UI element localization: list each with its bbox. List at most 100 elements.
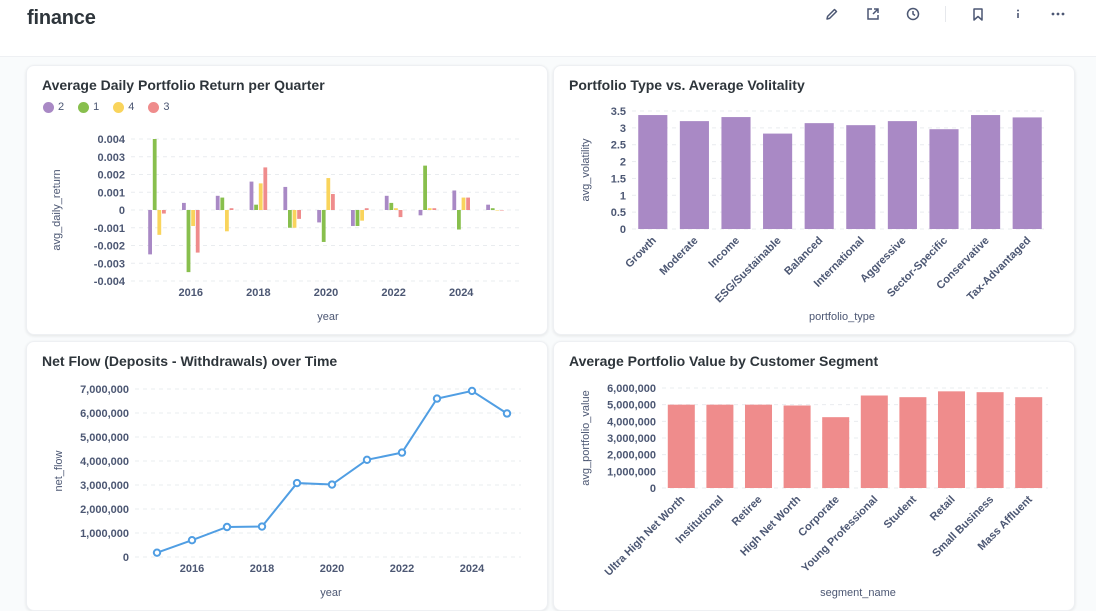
bar [317,210,321,223]
toolbar-divider [945,6,946,22]
bar [249,181,254,210]
x-axis-label: segment_name [820,587,896,599]
bar [486,204,490,210]
bar [452,190,457,210]
bar [148,210,152,255]
bar [162,210,166,214]
bar [846,125,876,229]
bar [355,210,360,226]
x-tick-label: Income [706,235,742,271]
bar [229,208,234,210]
bar [351,210,355,226]
bar [220,197,225,210]
bar [423,165,427,210]
netflow-card[interactable]: Net Flow (Deposits - Withdrawals) over T… [26,341,548,611]
y-tick-label: 1 [620,190,626,202]
y-tick-label: 3,000,000 [607,433,656,445]
bar [384,195,389,210]
bar [331,194,335,210]
bar [394,208,398,210]
y-tick-label: -0.001 [94,223,125,235]
segment-card[interactable]: Average Portfolio Value by Customer Segm… [553,341,1075,611]
bar [263,167,268,210]
y-tick-label: -0.002 [94,241,125,253]
data-point [292,478,302,488]
y-tick-label: 0.002 [97,170,125,182]
bar [152,139,157,210]
y-tick-label: 0 [650,483,656,495]
y-tick-label: 4,000,000 [80,456,129,468]
x-tick-label: 2024 [449,287,474,299]
bar [186,210,191,273]
x-tick-label: 2024 [460,563,485,575]
x-tick-label: Young Professional [799,494,880,575]
data-point [397,448,407,457]
y-axis-label: net_flow [53,450,65,491]
volatility-card[interactable]: Portfolio Type vs. Average Volitality 3.… [553,65,1075,335]
bar [432,208,437,210]
x-axis-label: year [320,587,342,599]
y-tick-label: -0.003 [94,258,125,270]
x-tick-label: 2016 [179,287,203,299]
y-tick-label: 7,000,000 [80,384,129,396]
bar [667,404,695,488]
bar [321,210,326,242]
bar [258,183,263,210]
bar [389,202,394,210]
bar [182,202,186,210]
bar [899,397,927,488]
share-icon[interactable] [865,6,881,22]
bar [457,210,461,230]
bar [195,210,200,253]
bar [495,210,500,211]
more-icon[interactable] [1050,6,1066,22]
y-tick-label: 1,000,000 [607,466,656,478]
dashboard-title: finance [27,7,96,29]
y-tick-label: -0.004 [94,276,126,288]
bookmark-icon[interactable] [970,6,986,22]
x-tick-label: Balanced [782,235,825,278]
data-point [222,522,232,532]
bar [706,404,734,488]
y-tick-label: 0 [620,224,626,236]
history-icon[interactable] [905,6,921,22]
bar [326,178,331,210]
bar [398,210,403,218]
bar [822,417,850,488]
data-point [257,522,267,531]
edit-icon[interactable] [824,6,840,22]
x-axis-label: portfolio_type [809,311,875,323]
bar [1015,397,1043,488]
bar [297,210,301,219]
returns-card[interactable]: Average Daily Portfolio Return per Quart… [26,65,548,335]
data-point [502,409,512,418]
x-tick-label: 2022 [381,287,405,299]
returns-chart: 0.004 0.003 0.002 0.001 0 -0.001 -0.002 -0.003 -… [51,134,521,323]
y-tick-label: 1,000,000 [80,528,129,540]
bar [971,115,1001,229]
y-tick-label: 0.004 [97,134,125,146]
x-tick-label: 2016 [180,563,204,575]
bar [763,133,793,229]
x-tick-label: Growth [623,234,659,270]
y-axis-label: avg_daily_return [51,169,63,250]
bar [157,210,162,235]
data-point [187,536,197,545]
y-tick-label: 2,000,000 [80,504,129,516]
bar [360,210,364,221]
series-line [156,389,508,554]
y-tick-label: 0.003 [97,152,125,164]
data-point [327,480,337,489]
bar [283,186,288,210]
y-axis-label: avg_portfolio_value [580,390,592,485]
y-tick-label: 0 [119,205,125,217]
bar [929,129,959,229]
bar [490,208,495,210]
y-tick-label: 4,000,000 [607,416,656,428]
x-tick-label: 2018 [246,287,270,299]
info-icon[interactable] [1010,6,1026,22]
y-tick-label: 3,000,000 [80,480,129,492]
data-point [467,386,477,396]
x-tick-label: 2020 [314,287,338,299]
y-tick-label: 5,000,000 [80,432,129,444]
